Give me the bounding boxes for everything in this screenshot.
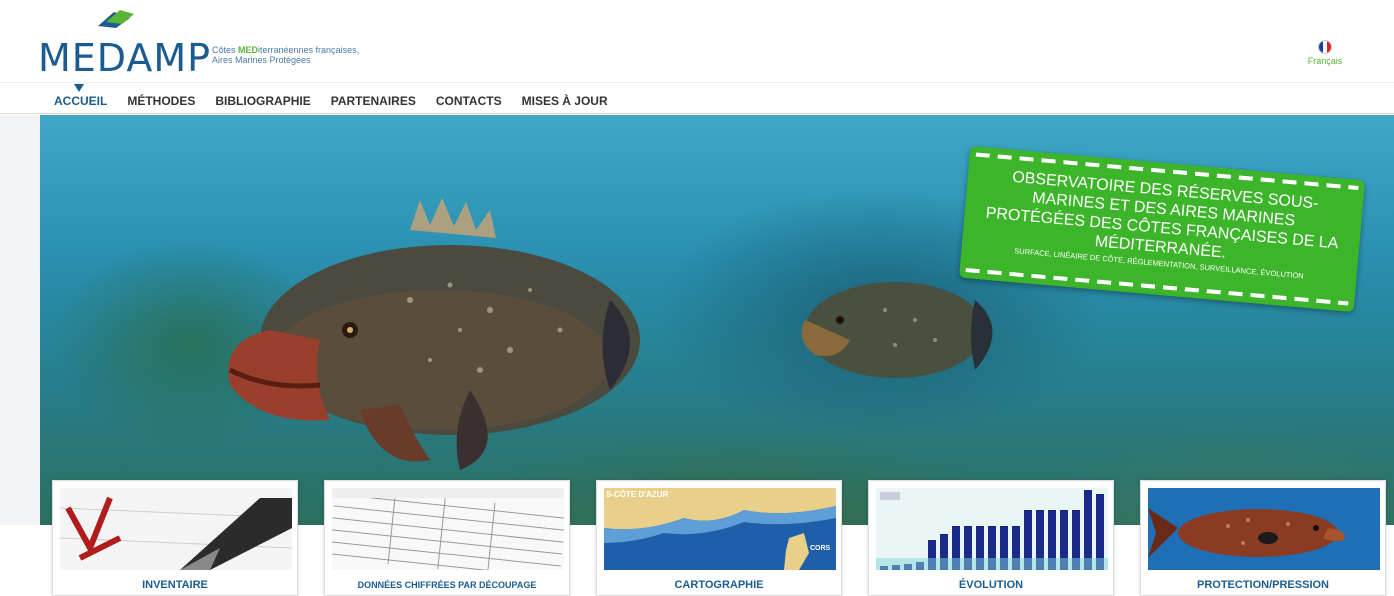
- grouper-fish-image: [1148, 488, 1380, 570]
- observatory-banner: OBSERVATOIRE DES RÉSERVES SOUS-MARINES E…: [959, 145, 1365, 313]
- card-protection-pression[interactable]: PROTECTION/PRESSION: [1140, 480, 1386, 596]
- small-grouper-image: [801, 282, 993, 378]
- card-label-protection-pression: PROTECTION/PRESSION: [1196, 579, 1330, 591]
- tagline-prefix: Côtes: [212, 45, 239, 55]
- nav-item-mises-a-jour[interactable]: MISES À JOUR: [522, 94, 608, 108]
- card-donnees-chiffrees[interactable]: DONNÉES CHIFFRÉES PAR DÉCOUPAGE: [324, 480, 570, 596]
- card-inventaire[interactable]: INVENTAIRE: [52, 480, 298, 596]
- tagline-line2: Aires Marines Protégées: [212, 55, 311, 65]
- brand-name: MEDAMP: [38, 36, 212, 80]
- coast-map-image: S-CÔTE D'AZUR CORS: [604, 488, 836, 570]
- card-label-evolution: ÉVOLUTION: [958, 579, 1024, 591]
- data-table-image: [332, 488, 564, 570]
- active-nav-indicator-icon: [74, 84, 84, 92]
- checklist-pen-image: [60, 488, 292, 570]
- nav-item-partenaires[interactable]: PARTENAIRES: [331, 94, 416, 108]
- card-evolution[interactable]: ÉVOLUTION: [868, 480, 1114, 596]
- nav-item-bibliographie[interactable]: BIBLIOGRAPHIE: [215, 94, 310, 108]
- map-region-label: S-CÔTE D'AZUR: [606, 490, 669, 499]
- wave-logo-icon: [98, 10, 134, 28]
- feature-cards: INVENTAIRE DONNÉES CHIFFRÉES PAR DÉCOUPA…: [52, 480, 1392, 596]
- site-logo[interactable]: MEDAMP: [38, 8, 210, 80]
- language-label: Français: [1307, 56, 1343, 66]
- hero-banner: OBSERVATOIRE DES RÉSERVES SOUS-MARINES E…: [40, 115, 1394, 525]
- tagline-suffix: iterranéennes françaises,: [258, 45, 360, 55]
- large-grouper-image: [228, 198, 640, 470]
- card-cartographie[interactable]: S-CÔTE D'AZUR CORS CARTOGRAPHIE: [596, 480, 842, 596]
- nav-item-methodes[interactable]: MÉTHODES: [127, 94, 195, 108]
- main-nav: ACCUEIL MÉTHODES BIBLIOGRAPHIE PARTENAIR…: [0, 82, 1394, 114]
- card-label-inventaire: INVENTAIRE: [142, 579, 208, 591]
- nav-item-accueil[interactable]: ACCUEIL: [54, 94, 107, 108]
- french-flag-icon: [1318, 40, 1332, 54]
- hero-left-margin: [0, 115, 40, 525]
- bar-chart-image: [876, 488, 1108, 570]
- card-label-donnees-chiffrees: DONNÉES CHIFFRÉES PAR DÉCOUPAGE: [357, 580, 537, 590]
- tagline-highlight: MED: [238, 45, 259, 55]
- site-header: MEDAMP Côtes MEDiterranéennes françaises…: [0, 0, 1394, 82]
- brand-tagline: Côtes MEDiterranéennes françaises, Aires…: [212, 45, 359, 65]
- map-corse-label: CORS: [810, 545, 831, 552]
- card-label-cartographie: CARTOGRAPHIE: [674, 579, 764, 591]
- nav-item-contacts[interactable]: CONTACTS: [436, 94, 502, 108]
- language-selector[interactable]: Français: [1300, 40, 1350, 66]
